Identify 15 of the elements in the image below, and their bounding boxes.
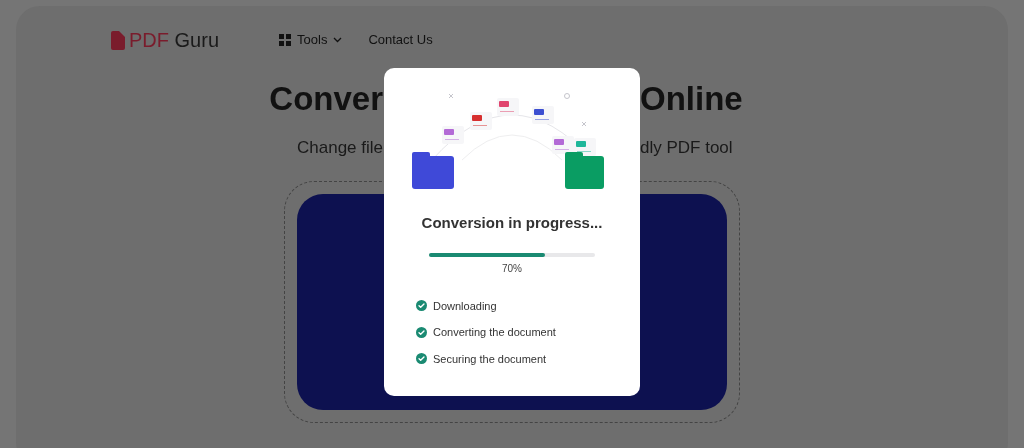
document-icon <box>111 30 125 50</box>
tools-menu[interactable]: Tools <box>279 30 343 50</box>
page-subtitle: dly PDF tool <box>640 137 733 159</box>
step-label: Downloading <box>433 298 497 314</box>
logo-text[interactable]: PDF Guru <box>129 30 220 50</box>
page-title: Conver <box>269 82 383 115</box>
chevron-down-icon <box>333 37 343 43</box>
step-label: Securing the document <box>433 351 547 367</box>
progress-percent: 70% <box>502 261 522 276</box>
nav-link[interactable]: Contact Us <box>368 30 433 50</box>
grid-icon <box>279 34 292 46</box>
page-title: Online <box>640 82 743 115</box>
page-subtitle: Change file <box>297 137 383 159</box>
dialog-title: Conversion in progress... <box>421 213 603 233</box>
step-label: Converting the document <box>433 325 556 340</box>
